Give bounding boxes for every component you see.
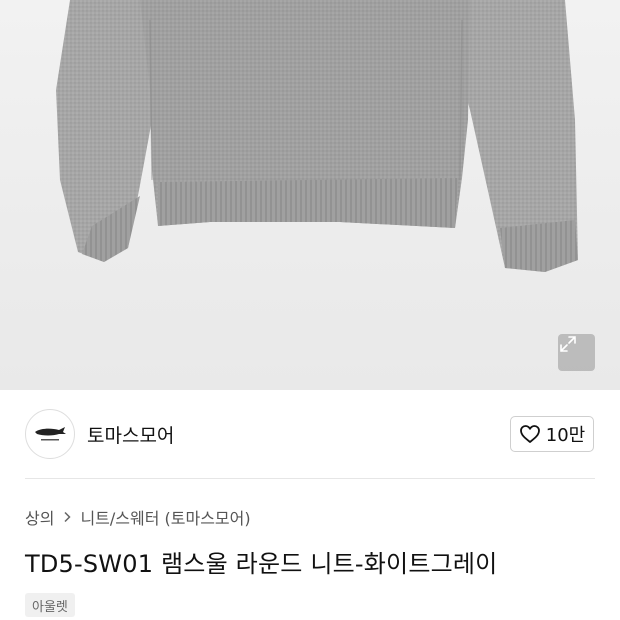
like-button[interactable]: 10만 xyxy=(510,416,594,452)
expand-image-button[interactable] xyxy=(558,334,595,371)
outlet-badge: 아울렛 xyxy=(25,593,75,617)
breadcrumb-item-category[interactable]: 상의 xyxy=(25,505,54,529)
like-count: 10만 xyxy=(545,425,586,446)
heart-outline-icon xyxy=(519,425,540,443)
chevron-right-icon xyxy=(63,511,72,523)
brand-logo[interactable] xyxy=(25,409,75,459)
breadcrumb: 상의 니트/스웨터 (토마스모어) xyxy=(25,506,251,528)
expand-arrows-icon xyxy=(560,336,576,352)
divider xyxy=(25,478,595,479)
product-title: TD5-SW01 램스울 라운드 니트-화이트그레이 xyxy=(25,550,498,578)
breadcrumb-item-subcategory[interactable]: 니트/스웨터 (토마스모어) xyxy=(80,505,250,529)
brand-name[interactable]: 토마스모어 xyxy=(87,421,174,448)
whale-logo xyxy=(35,427,66,441)
brand-row: 토마스모어 10만 xyxy=(0,390,620,478)
product-image[interactable] xyxy=(0,0,620,390)
sweater-illustration xyxy=(56,0,578,272)
